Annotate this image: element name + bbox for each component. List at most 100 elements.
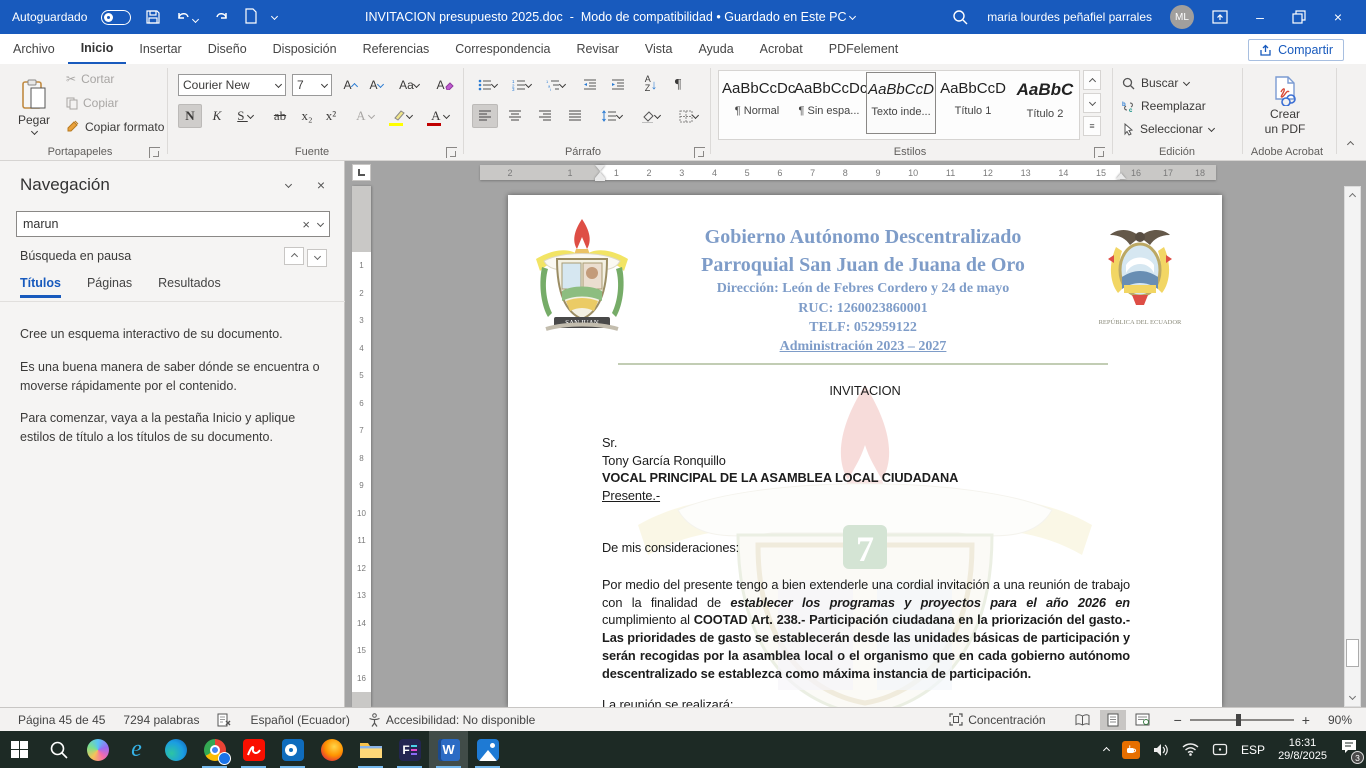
saved-status-chevron[interactable]: [849, 13, 856, 20]
first-line-indent-marker[interactable]: [595, 165, 605, 171]
save-icon[interactable]: [145, 9, 161, 25]
web-layout-button[interactable]: [1130, 710, 1156, 730]
nav-tab-resultados[interactable]: Resultados: [158, 276, 221, 298]
create-pdf-button[interactable]: Crearun PDF: [1252, 70, 1318, 142]
tab-acrobat[interactable]: Acrobat: [747, 35, 816, 63]
style-sin-espaciado[interactable]: AaBbCcDc¶ Sin espa...: [794, 72, 864, 134]
clear-formatting-button[interactable]: A: [432, 74, 458, 96]
clear-search-icon[interactable]: ×: [302, 217, 310, 232]
tab-insertar[interactable]: Insertar: [126, 35, 194, 63]
replace-button[interactable]: bcReemplazar: [1122, 99, 1206, 113]
find-button[interactable]: Buscar: [1122, 76, 1189, 90]
outlook-button[interactable]: [273, 731, 312, 768]
scroll-up-button[interactable]: [1345, 187, 1360, 204]
redo-button[interactable]: [212, 8, 230, 27]
shading-button[interactable]: [634, 104, 666, 128]
horizontal-ruler[interactable]: 21 123456789101112131415 161718: [480, 165, 1216, 180]
close-button[interactable]: ×: [1324, 9, 1352, 25]
style-normal[interactable]: AaBbCcDc¶ Normal: [722, 72, 792, 134]
share-button[interactable]: Compartir: [1248, 39, 1344, 61]
zoom-slider-thumb[interactable]: [1236, 714, 1241, 726]
search-prev-button[interactable]: [284, 246, 304, 265]
print-layout-button[interactable]: [1100, 710, 1126, 730]
select-button[interactable]: Seleccionar: [1122, 122, 1214, 136]
word-button[interactable]: W: [429, 731, 468, 768]
copilot-button[interactable]: [78, 731, 117, 768]
grow-font-button[interactable]: A: [338, 74, 362, 96]
format-painter-button[interactable]: Copiar formato: [66, 120, 164, 134]
increase-indent-button[interactable]: [606, 74, 630, 96]
navigation-search-input[interactable]: [23, 217, 302, 231]
styles-gallery-expand-button[interactable]: ≡: [1083, 116, 1101, 136]
tab-revisar[interactable]: Revisar: [563, 35, 631, 63]
undo-button[interactable]: [175, 8, 198, 27]
scrollbar-thumb[interactable]: [1346, 639, 1359, 667]
collapse-ribbon-button[interactable]: [1347, 141, 1354, 148]
bullets-button[interactable]: [472, 74, 502, 96]
word-count[interactable]: 7294 palabras: [123, 713, 199, 727]
align-left-button[interactable]: [472, 104, 498, 128]
proofing-icon[interactable]: [217, 713, 232, 727]
tab-referencias[interactable]: Referencias: [350, 35, 443, 63]
multilevel-list-button[interactable]: 1ai: [540, 74, 570, 96]
text-effects-button[interactable]: A: [350, 104, 380, 128]
font-family-combobox[interactable]: Courier New: [178, 74, 286, 96]
tab-pdfelement[interactable]: PDFelement: [816, 35, 911, 63]
vertical-scrollbar[interactable]: [1344, 186, 1361, 707]
tab-inicio[interactable]: Inicio: [68, 34, 127, 65]
numbering-button[interactable]: 123: [506, 74, 536, 96]
zoom-level[interactable]: 90%: [1328, 713, 1352, 727]
tab-archivo[interactable]: Archivo: [0, 35, 68, 63]
style-titulo-2[interactable]: AaBbCTítulo 2: [1010, 72, 1080, 134]
internet-explorer-button[interactable]: e: [117, 731, 156, 768]
tab-correspondencia[interactable]: Correspondencia: [442, 35, 563, 63]
nav-tab-paginas[interactable]: Páginas: [87, 276, 132, 298]
bold-button[interactable]: N: [178, 104, 202, 128]
java-update-icon[interactable]: [1122, 741, 1140, 759]
underline-button[interactable]: S: [230, 104, 260, 128]
notification-center-button[interactable]: 3: [1340, 739, 1358, 760]
read-mode-button[interactable]: [1070, 710, 1096, 730]
focus-mode-button[interactable]: Concentración: [949, 713, 1045, 727]
tab-vista[interactable]: Vista: [632, 35, 686, 63]
decrease-indent-button[interactable]: [578, 74, 602, 96]
shrink-font-button[interactable]: A: [364, 74, 388, 96]
start-button[interactable]: [0, 731, 39, 768]
align-center-button[interactable]: [502, 104, 528, 128]
file-explorer-button[interactable]: [351, 731, 390, 768]
search-options-chevron[interactable]: [317, 219, 324, 226]
font-color-button[interactable]: A: [424, 104, 456, 128]
tab-stop-selector[interactable]: [352, 164, 371, 181]
restore-button[interactable]: [1292, 10, 1306, 24]
tab-ayuda[interactable]: Ayuda: [685, 35, 746, 63]
zoom-slider[interactable]: [1190, 719, 1294, 721]
styles-scroll-up-button[interactable]: [1083, 70, 1101, 90]
wifi-icon[interactable]: [1182, 743, 1199, 756]
language-indicator[interactable]: Español (Ecuador): [250, 713, 349, 727]
superscript-button[interactable]: x²: [320, 104, 342, 128]
justify-button[interactable]: [562, 104, 588, 128]
paste-button[interactable]: Pegar: [8, 70, 60, 144]
user-name[interactable]: maria lourdes peñafiel parrales: [987, 10, 1152, 24]
line-spacing-button[interactable]: [594, 104, 628, 128]
zoom-in-button[interactable]: +: [1302, 712, 1310, 728]
ribbon-display-options-icon[interactable]: [1212, 9, 1228, 25]
accessibility-status[interactable]: Accesibilidad: No disponible: [368, 713, 535, 727]
font-size-combobox[interactable]: 7: [292, 74, 332, 96]
page-indicator[interactable]: Página 45 de 45: [18, 713, 105, 727]
taskbar-search-button[interactable]: [39, 731, 78, 768]
acrobat-button[interactable]: [234, 731, 273, 768]
italic-button[interactable]: K: [206, 104, 228, 128]
screen-cast-icon[interactable]: [1212, 743, 1228, 756]
sort-button[interactable]: AZ↓: [638, 72, 664, 96]
minimize-button[interactable]: –: [1246, 9, 1274, 25]
clock[interactable]: 16:3129/8/2025: [1278, 737, 1327, 763]
tab-diseno[interactable]: Diseño: [195, 35, 260, 63]
chrome-button[interactable]: [195, 731, 234, 768]
hanging-indent-marker[interactable]: [595, 172, 605, 181]
navigation-close-icon[interactable]: ×: [317, 177, 325, 193]
subscript-button[interactable]: x₂: [296, 104, 318, 128]
autosave-toggle[interactable]: [101, 10, 131, 25]
style-texto-independiente[interactable]: AaBbCcDTexto inde...: [866, 72, 936, 134]
qat-more-chevron[interactable]: [271, 12, 278, 19]
